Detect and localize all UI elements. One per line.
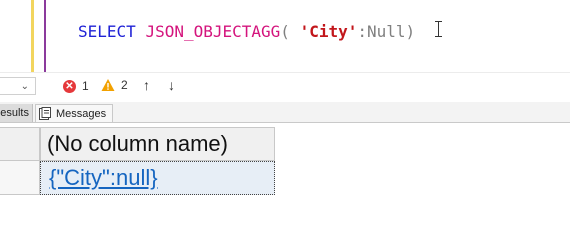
row-number-cell[interactable] <box>0 161 40 195</box>
keyword-null: Null <box>367 22 406 41</box>
text-cursor-icon <box>434 19 443 39</box>
previous-issue-arrow-icon[interactable]: ↑ <box>143 77 150 93</box>
column-header[interactable]: (No column name) <box>40 127 275 161</box>
zoom-dropdown[interactable]: ⌄ <box>0 77 36 95</box>
result-cell[interactable]: {"City":null} <box>40 161 275 195</box>
results-grid: (No column name) {"City":null} <box>0 123 570 220</box>
margin-divider <box>44 0 46 72</box>
code-line-1[interactable]: SELECT JSON_OBJECTAGG( 'City':Null) <box>78 20 415 44</box>
colon-token: : <box>357 22 367 41</box>
change-indicator-bar <box>31 0 34 72</box>
warning-icon <box>101 79 115 91</box>
next-issue-arrow-icon[interactable]: ↓ <box>168 77 175 93</box>
error-indicator[interactable]: ✕ 1 <box>63 79 89 93</box>
editor-status-bar: ⌄ ✕ 1 2 ↑ ↓ <box>0 72 570 99</box>
tab-results-label: esults <box>0 107 29 119</box>
query-editor[interactable]: SELECT JSON_OBJECTAGG( 'City':Null) <box>0 0 570 72</box>
keyword-select: SELECT <box>78 22 146 41</box>
messages-icon <box>39 107 51 120</box>
results-tab-bar: esults Messages <box>0 102 570 123</box>
error-count: 1 <box>82 79 89 93</box>
warning-count: 2 <box>121 78 128 92</box>
paren-open: ( <box>280 22 300 41</box>
row-number-header[interactable] <box>0 127 40 161</box>
error-icon: ✕ <box>63 79 76 93</box>
string-literal-city: 'City' <box>299 22 358 41</box>
paren-close: ) <box>405 22 416 41</box>
tab-messages[interactable]: Messages <box>35 104 114 122</box>
warning-indicator[interactable]: 2 <box>101 78 128 92</box>
chevron-down-icon: ⌄ <box>20 81 29 92</box>
function-json-objectagg: JSON_OBJECTAGG <box>145 22 281 41</box>
tab-messages-label: Messages <box>56 107 107 120</box>
json-result-link[interactable]: {"City":null} <box>49 165 158 190</box>
tab-results[interactable]: esults <box>0 104 33 122</box>
